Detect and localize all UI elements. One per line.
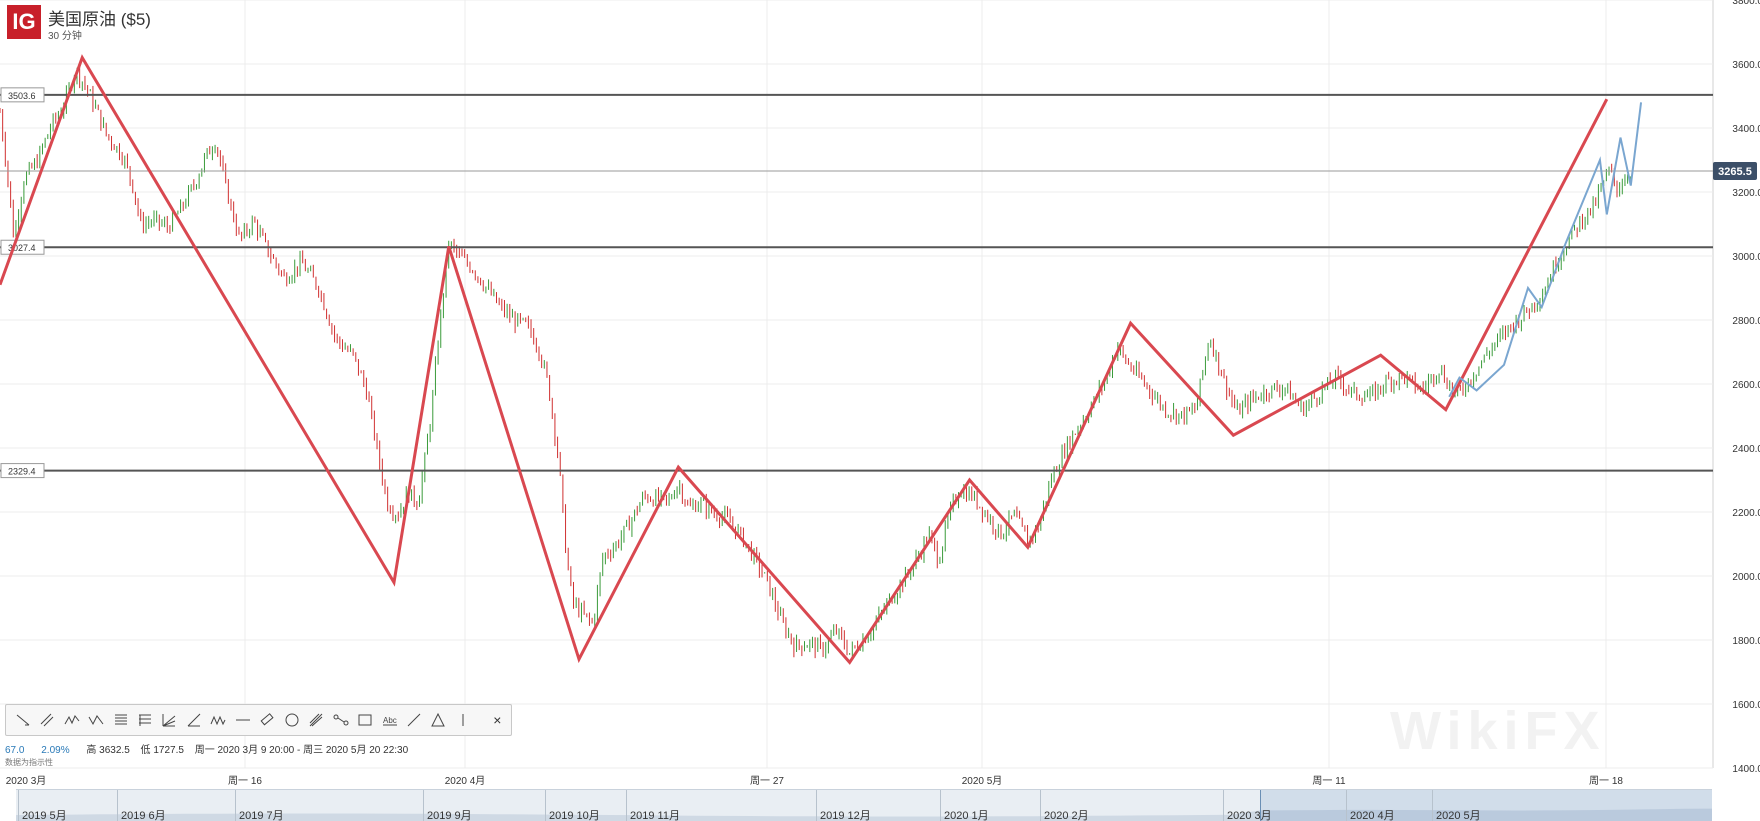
- navigator-separator: [1346, 790, 1347, 821]
- diagonal-line-icon[interactable]: [403, 709, 424, 731]
- x-tick-label: 周一 11: [1312, 776, 1346, 787]
- date-range: 周一 2020 3月 9 20:00 - 周三 2020 5月 20 22:30: [194, 745, 409, 756]
- navigator-label: 2019 6月: [121, 810, 166, 821]
- svg-text:Abc: Abc: [383, 716, 397, 725]
- y-tick-label: 3400.0: [1732, 124, 1760, 135]
- y-tick-label: 1800.0: [1732, 636, 1760, 647]
- y-tick-label: 3000.0: [1732, 252, 1760, 263]
- circle-icon[interactable]: [281, 709, 302, 731]
- x-tick-label: 2020 4月: [444, 776, 486, 787]
- price-chart[interactable]: 3800.0 3600.0 3400.0 3200.0 3000.0 2800.0 2600…: [0, 0, 1760, 820]
- navigator-label: 2019 11月: [630, 810, 680, 821]
- navigator-label: 2019 9月: [427, 810, 472, 821]
- rectangle-icon[interactable]: [354, 709, 375, 731]
- low-value: 低 1727.5: [140, 745, 184, 756]
- pattern-icon[interactable]: [208, 709, 229, 731]
- navigator-separator: [1040, 790, 1041, 821]
- path-icon[interactable]: [330, 709, 351, 731]
- drawing-toolbar: Abc ×: [5, 704, 512, 736]
- navigator-separator: [1223, 790, 1224, 821]
- x-tick-label: 周一 16: [228, 776, 262, 787]
- fib-retracement-icon[interactable]: [134, 709, 155, 731]
- navigator-label: 2020 2月: [1044, 810, 1089, 821]
- time-navigator[interactable]: 2019 5月 2019 6月 2019 7月 2019 9月 2019 10月 2019…: [16, 789, 1712, 821]
- navigator-label: 2019 10月: [549, 810, 600, 821]
- change-percent: 2.09%: [41, 745, 70, 756]
- watermark: WikiFX: [1390, 701, 1606, 761]
- navigator-label: 2019 12月: [820, 810, 871, 821]
- y-tick-label: 1400.0: [1732, 764, 1760, 775]
- pitchfork-icon[interactable]: [305, 709, 326, 731]
- vertical-line-icon[interactable]: [452, 709, 473, 731]
- fan-icon[interactable]: [159, 709, 180, 731]
- x-tick-label: 2020 3月: [5, 776, 47, 787]
- navigator-separator: [117, 790, 118, 821]
- y-tick-label: 2200.0: [1732, 508, 1760, 519]
- ig-logo: IG: [7, 5, 41, 39]
- y-tick-label: 3800.0: [1732, 0, 1760, 7]
- navigator-separator: [545, 790, 546, 821]
- navigator-selection[interactable]: [1260, 790, 1712, 821]
- wave-icon[interactable]: [61, 709, 82, 731]
- text-icon[interactable]: Abc: [379, 709, 400, 731]
- horizontal-line-icon[interactable]: [232, 709, 253, 731]
- level-label: 2329.4: [8, 467, 36, 477]
- grid-icon[interactable]: [110, 709, 131, 731]
- level-label: 3503.6: [8, 91, 36, 101]
- y-tick-label: 2000.0: [1732, 572, 1760, 583]
- x-tick-label: 周一 18: [1589, 776, 1623, 787]
- trend-line-icon[interactable]: [12, 709, 33, 731]
- navigator-separator: [1432, 790, 1433, 821]
- y-tick-label: 1600.0: [1732, 700, 1760, 711]
- navigator-label: 2019 5月: [22, 810, 67, 821]
- navigator-label: 2019 7月: [239, 810, 284, 821]
- y-tick-label: 3600.0: [1732, 60, 1760, 71]
- navigator-label: 2020 3月: [1227, 810, 1272, 821]
- x-tick-label: 周一 27: [750, 776, 784, 787]
- y-tick-label: 3200.0: [1732, 188, 1760, 199]
- triangle-icon[interactable]: [428, 709, 449, 731]
- current-price-label: 3265.5: [1718, 166, 1752, 178]
- navigator-separator: [235, 790, 236, 821]
- high-value: 高 3632.5: [86, 745, 130, 756]
- y-tick-label: 2600.0: [1732, 380, 1760, 391]
- navigator-separator: [18, 790, 19, 821]
- close-toolbar-button[interactable]: ×: [487, 709, 508, 731]
- zigzag-icon[interactable]: [85, 709, 106, 731]
- indicative-note: 数据为指示性: [5, 758, 53, 767]
- y-tick-label: 2400.0: [1732, 444, 1760, 455]
- navigator-separator: [423, 790, 424, 821]
- channel-icon[interactable]: [36, 709, 57, 731]
- navigator-label: 2020 5月: [1436, 810, 1481, 821]
- navigator-separator: [626, 790, 627, 821]
- angle-icon[interactable]: [183, 709, 204, 731]
- navigator-separator: [940, 790, 941, 821]
- y-tick-label: 2800.0: [1732, 316, 1760, 327]
- navigator-separator: [816, 790, 817, 821]
- price-info-bar: 67.0 2.09% 高 3632.5 低 1727.5 周一 2020 3月 …: [5, 741, 416, 756]
- ruler-icon[interactable]: [257, 709, 278, 731]
- change-value: 67.0: [5, 745, 25, 756]
- x-tick-label: 2020 5月: [961, 776, 1003, 787]
- navigator-label: 2020 4月: [1350, 810, 1395, 821]
- interval-label: 30 分钟: [48, 31, 82, 42]
- navigator-label: 2020 1月: [944, 810, 989, 821]
